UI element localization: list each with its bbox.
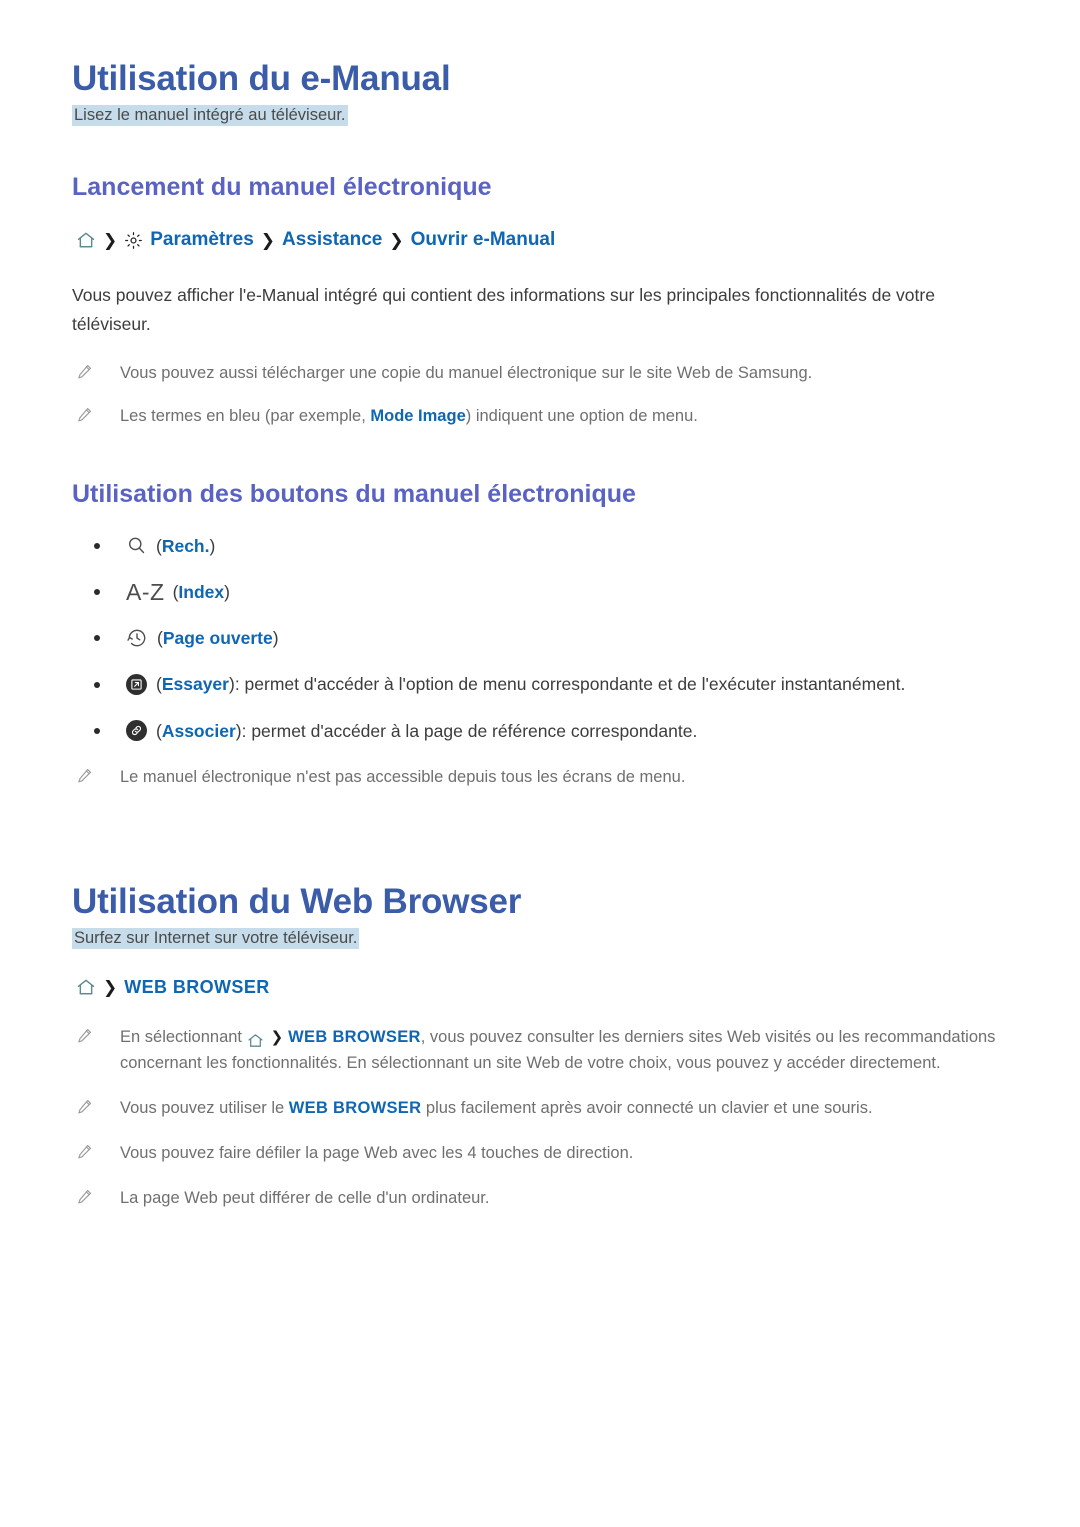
inline-web-browser-link[interactable]: WEB BROWSER	[289, 1099, 422, 1117]
document-page: Utilisation du e-Manual Lisez le manuel …	[0, 0, 1080, 1527]
paren-close: )	[272, 628, 279, 649]
bullet-dot	[94, 727, 100, 734]
page-subtitle-wrap: Lisez le manuel intégré au téléviseur.	[72, 103, 1040, 128]
breadcrumb-item-assistance[interactable]: Assistance	[282, 229, 382, 251]
paren-close: )	[224, 581, 230, 602]
button-label-index[interactable]: Index	[178, 579, 224, 605]
emanual-buttons-list: (Rech.) A-Z (Index) (Page ouverte) (Ess…	[72, 533, 1040, 744]
list-item-rech: (Rech.)	[94, 533, 1040, 559]
note-text: Vous pouvez faire défiler la page Web av…	[120, 1143, 634, 1162]
note-text-post: ) indiquent une option de menu.	[465, 406, 698, 425]
note-text: Vous pouvez utiliser le WEB BROWSER plus…	[120, 1095, 873, 1122]
note-text-pre: Vous pouvez utiliser le	[120, 1099, 289, 1118]
pencil-icon	[76, 1143, 98, 1165]
button-label-rech[interactable]: Rech.	[162, 533, 210, 559]
button-label-essayer[interactable]: Essayer	[162, 671, 229, 697]
list-item-page-ouverte: (Page ouverte)	[94, 625, 1040, 651]
gear-icon	[124, 231, 143, 250]
pencil-icon	[76, 363, 98, 385]
note-text: Vous pouvez aussi télécharger une copie …	[120, 360, 812, 387]
pencil-icon	[76, 767, 98, 789]
page-subtitle: Lisez le manuel intégré au téléviseur.	[72, 105, 348, 127]
note-text: Le manuel électronique n'est pas accessi…	[120, 767, 686, 786]
breadcrumb-separator-2: ❯	[260, 230, 276, 250]
button-label-page-ouverte[interactable]: Page ouverte	[163, 625, 273, 651]
intro-paragraph: Vous pouvez afficher l'e-Manual intégré …	[72, 285, 935, 334]
pencil-icon	[76, 1027, 98, 1049]
note-item: Vous pouvez faire défiler la page Web av…	[72, 1140, 1040, 1167]
notes-group-launch: Vous pouvez aussi télécharger une copie …	[72, 360, 1040, 429]
page-title: Utilisation du e-Manual	[72, 59, 451, 98]
page-title-web-browser: Utilisation du Web Browser	[72, 881, 522, 921]
history-clock-icon[interactable]	[126, 627, 148, 649]
breadcrumb-item-web-browser[interactable]: WEB BROWSER	[124, 977, 269, 998]
badge-circle	[126, 720, 147, 742]
page-subtitle-web: Surfez sur Internet sur votre téléviseur…	[72, 927, 360, 949]
breadcrumb-separator-1: ❯	[103, 977, 118, 997]
note-text: En sélectionnant ❯ WEB BROWSER, vous pouv…	[120, 1024, 1010, 1077]
section-heading-buttons: Utilisation des boutons du manuel électr…	[72, 480, 636, 509]
note-text-pre: En sélectionnant	[120, 1027, 247, 1046]
note-text: Les termes en bleu (par exemple, Mode Im…	[120, 403, 698, 430]
note-item-closing: Le manuel électronique n'est pas accessi…	[72, 764, 1040, 791]
note-text-pre: Vous pouvez aussi télécharger une copie …	[120, 363, 813, 382]
list-item-index: A-Z (Index)	[94, 579, 1040, 605]
note-item: Les termes en bleu (par exemple, Mode Im…	[72, 403, 1040, 430]
breadcrumb-item-parametres[interactable]: Paramètres	[150, 229, 254, 251]
link-chain-badge-icon[interactable]	[126, 720, 147, 742]
pencil-icon	[76, 1098, 98, 1120]
inline-web-browser-link[interactable]: WEB BROWSER	[288, 1028, 421, 1046]
note-menu-term[interactable]: Mode Image	[370, 407, 465, 425]
note-item: Vous pouvez aussi télécharger une copie …	[72, 360, 1040, 387]
list-item-essayer: (Essayer) : permet d'accéder à l'option …	[94, 671, 1040, 697]
inline-chevron-icon: ❯	[270, 1028, 284, 1046]
note-text-post: plus facilement après avoir connecté un …	[421, 1099, 873, 1118]
paren-close: )	[209, 535, 216, 556]
breadcrumb-separator-3: ❯	[389, 230, 404, 250]
button-label-associer[interactable]: Associer	[162, 718, 236, 744]
pencil-icon	[76, 406, 98, 428]
breadcrumb-item-ouvrir-e-manual[interactable]: Ouvrir e-Manual	[411, 229, 556, 251]
az-index-icon[interactable]: A-Z	[126, 580, 165, 604]
note-item: En sélectionnant ❯ WEB BROWSER, vous pouv…	[72, 1024, 1040, 1077]
badge-circle	[126, 674, 147, 696]
bullet-dot	[94, 681, 100, 688]
note-text: La page Web peut différer de celle d'un …	[120, 1188, 490, 1207]
bullet-dot	[94, 635, 100, 642]
home-icon	[76, 977, 96, 997]
bullet-dot	[94, 542, 100, 549]
home-icon	[247, 1032, 264, 1049]
breadcrumb: ❯ Paramètres ❯ Assistance ❯ Ouvrir e-Man…	[76, 229, 1040, 251]
pencil-icon	[76, 1188, 98, 1210]
button-description-essayer: : permet d'accéder à l'option de menu co…	[234, 674, 906, 695]
home-icon	[76, 230, 96, 250]
breadcrumb-separator-1: ❯	[103, 230, 118, 250]
note-text-pre: Les termes en bleu (par exemple,	[120, 406, 371, 425]
list-item-associer: (Associer) : permet d'accéder à la page …	[94, 718, 1040, 744]
note-item: Vous pouvez utiliser le WEB BROWSER plus…	[72, 1095, 1040, 1122]
external-link-badge-icon[interactable]	[126, 674, 147, 696]
bullet-dot	[94, 589, 100, 596]
section-heading-launch: Lancement du manuel électronique	[72, 173, 492, 202]
breadcrumb-web: ❯ WEB BROWSER	[76, 977, 1040, 998]
page-subtitle-wrap-web: Surfez sur Internet sur votre téléviseur…	[72, 926, 1040, 951]
note-item: La page Web peut différer de celle d'un …	[72, 1185, 1040, 1212]
search-icon[interactable]	[126, 535, 147, 556]
button-description-associer: : permet d'accéder à la page de référenc…	[241, 720, 698, 741]
